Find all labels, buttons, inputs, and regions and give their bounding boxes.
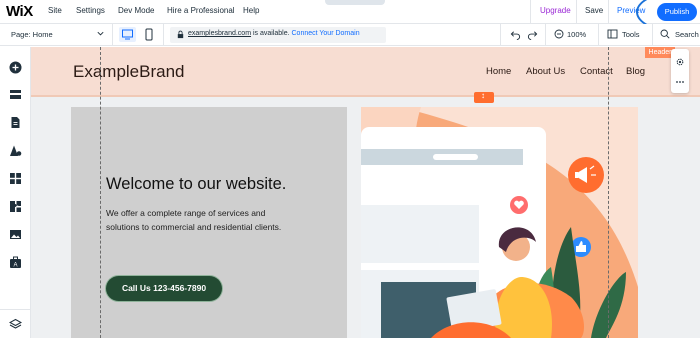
- divider: [608, 0, 609, 24]
- divider: [500, 24, 501, 46]
- domain-name: examplesbrand.com: [188, 30, 252, 37]
- hero-title[interactable]: Welcome to our website.: [106, 175, 286, 194]
- divider: [0, 309, 30, 310]
- sections-icon[interactable]: [9, 88, 22, 101]
- site-header[interactable]: ExampleBrand Home About Us Contact Blog …: [31, 47, 700, 97]
- desktop-icon: [122, 29, 133, 40]
- add-icon[interactable]: [9, 61, 22, 74]
- tools-icon[interactable]: [607, 29, 618, 39]
- layout-guide-right: [608, 47, 609, 338]
- site-brand-logo[interactable]: ExampleBrand: [73, 62, 185, 82]
- menu-site[interactable]: Site: [48, 6, 62, 15]
- more-options-icon[interactable]: [675, 80, 685, 84]
- editor-toolbar: Page: Home examplesbrand.com is availabl…: [0, 24, 700, 46]
- divider: [530, 0, 531, 24]
- menu-dev-mode[interactable]: Dev Mode: [118, 6, 154, 15]
- divider: [545, 24, 546, 46]
- hero-description[interactable]: We offer a complete range of services an…: [106, 207, 286, 234]
- divider: [163, 24, 164, 46]
- menu-settings[interactable]: Settings: [76, 6, 105, 15]
- portfolio-icon[interactable]: A: [9, 256, 22, 269]
- business-apps-icon[interactable]: [9, 200, 22, 213]
- search-icon[interactable]: [660, 29, 670, 39]
- theme-icon[interactable]: [9, 144, 22, 157]
- left-sidebar: A: [0, 47, 31, 338]
- connect-domain-link[interactable]: Connect Your Domain: [292, 30, 360, 37]
- zoom-level[interactable]: 100%: [567, 30, 586, 39]
- menu-help[interactable]: Help: [243, 6, 259, 15]
- apps-icon[interactable]: [9, 172, 22, 185]
- editor-canvas[interactable]: ExampleBrand Home About Us Contact Blog …: [31, 47, 700, 338]
- zoom-out-icon[interactable]: [554, 29, 564, 39]
- top-collapse-tab[interactable]: [325, 0, 385, 5]
- pages-icon[interactable]: [9, 116, 22, 129]
- divider: [598, 24, 599, 46]
- redo-icon[interactable]: [527, 29, 538, 40]
- preview-button[interactable]: Preview: [617, 6, 645, 15]
- divider: [112, 24, 113, 46]
- media-icon[interactable]: [9, 228, 22, 241]
- top-menu-bar: WiX Site Settings Dev Mode Hire a Profes…: [0, 0, 700, 32]
- desktop-view-button[interactable]: [119, 27, 136, 42]
- chevron-down-icon[interactable]: [96, 29, 105, 38]
- page-selector[interactable]: Page: Home: [11, 30, 53, 39]
- gear-icon[interactable]: [675, 57, 685, 67]
- mobile-icon[interactable]: [143, 27, 155, 42]
- svg-text:A: A: [13, 262, 17, 268]
- nav-blog[interactable]: Blog: [626, 66, 645, 77]
- layers-icon[interactable]: [9, 318, 22, 331]
- publish-button[interactable]: Publish: [657, 3, 697, 21]
- save-button[interactable]: Save: [585, 6, 603, 15]
- menu-hire-professional[interactable]: Hire a Professional: [167, 6, 235, 15]
- undo-icon[interactable]: [510, 29, 521, 40]
- domain-status-text: is available.: [251, 30, 292, 37]
- section-actions-panel: [671, 49, 689, 93]
- domain-status: examplesbrand.com is available. Connect …: [188, 30, 360, 37]
- search-button[interactable]: Search: [675, 30, 699, 39]
- nav-home[interactable]: Home: [486, 66, 511, 77]
- wix-logo[interactable]: WiX: [6, 3, 33, 20]
- divider: [576, 0, 577, 24]
- divider: [652, 24, 653, 46]
- upgrade-link[interactable]: Upgrade: [540, 6, 571, 15]
- layout-guide-left: [100, 47, 101, 338]
- lock-icon: [177, 30, 184, 39]
- hero-illustration[interactable]: [361, 107, 638, 338]
- call-us-button[interactable]: Call Us 123-456-7890: [106, 276, 222, 301]
- tools-button[interactable]: Tools: [622, 30, 640, 39]
- header-resize-handle[interactable]: [474, 91, 494, 103]
- nav-about-us[interactable]: About Us: [526, 66, 565, 77]
